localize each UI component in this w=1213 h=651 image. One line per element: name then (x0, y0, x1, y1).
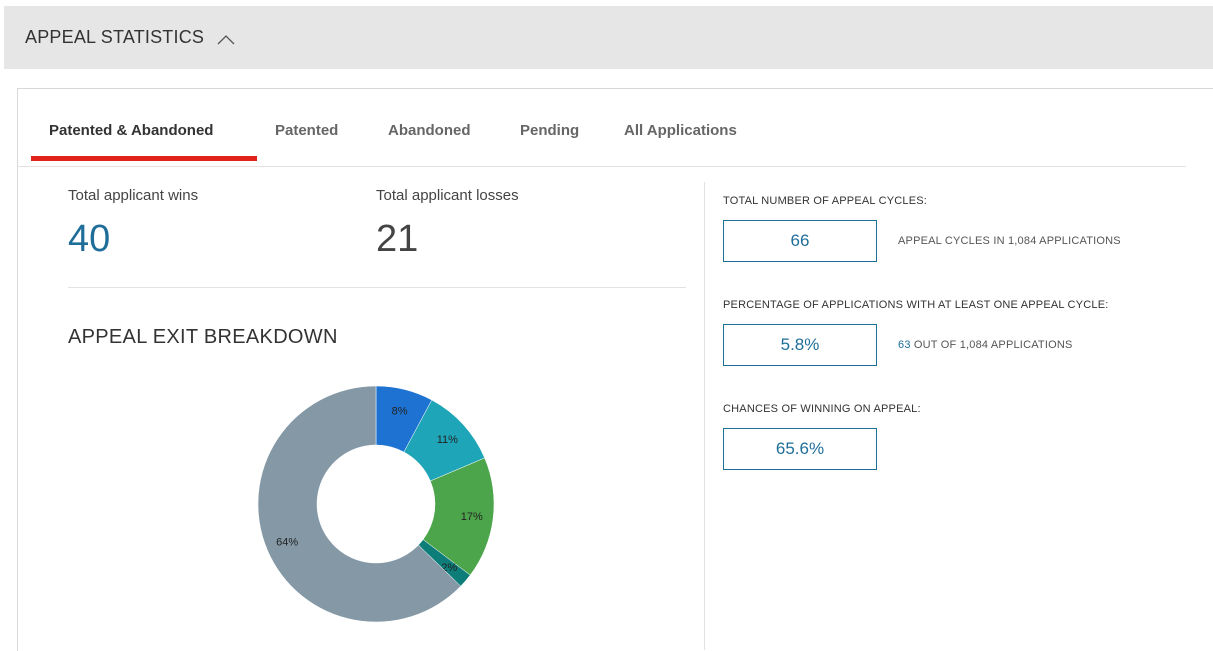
tab-abandoned[interactable]: Abandoned (388, 122, 471, 139)
cycles-label: TOTAL NUMBER OF APPEAL CYCLES: (723, 195, 928, 207)
losses-value: 21 (376, 218, 419, 260)
wins-label: Total applicant wins (68, 187, 199, 204)
donut-slice-label-0: 8% (392, 405, 408, 417)
chances-value-box: 65.6% (723, 428, 877, 470)
tab-patented[interactable]: Patented (275, 122, 338, 139)
chances-value: 65.6% (775, 439, 825, 458)
cycles-note: APPEAL CYCLES IN 1,084 APPLICATIONS (898, 235, 1121, 247)
percentage-value: 5.8% (780, 335, 820, 354)
tab-patented-abandoned[interactable]: Patented & Abandoned (49, 122, 213, 139)
column-divider (704, 182, 705, 650)
chevron-up-icon[interactable] (216, 32, 236, 44)
percentage-note: 63 OUT OF 1,084 APPLICATIONS (898, 339, 1073, 351)
cycles-value: 66 (790, 231, 810, 250)
tab-bar: Patented & Abandoned Patented Abandoned … (17, 88, 1186, 167)
percentage-value-box: 5.8% (723, 324, 877, 366)
donut-slice-label-4: 64% (276, 537, 298, 549)
applications-count-link[interactable]: 63 (898, 339, 911, 351)
statistics-card (17, 88, 1213, 651)
losses-label: Total applicant losses (376, 187, 519, 204)
section-title: APPEAL STATISTICS (25, 27, 205, 47)
breakdown-title: APPEAL EXIT BREAKDOWN (68, 326, 338, 348)
percentage-label: PERCENTAGE OF APPLICATIONS WITH AT LEAST… (723, 299, 1109, 311)
appeal-statistics-header[interactable]: APPEAL STATISTICS (4, 6, 1213, 69)
divider (68, 287, 686, 288)
percentage-note-text: OUT OF 1,084 APPLICATIONS (910, 339, 1073, 351)
appeal-exit-donut-chart: 8%11%17%2%64% (257, 385, 495, 623)
donut-slice-label-1: 11% (437, 434, 458, 446)
cycles-value-box: 66 (723, 220, 877, 262)
wins-value: 40 (68, 218, 111, 260)
tab-all-applications[interactable]: All Applications (624, 122, 737, 139)
active-tab-indicator (31, 156, 257, 161)
donut-slice-label-2: 17% (461, 511, 483, 523)
tab-pending[interactable]: Pending (520, 122, 579, 139)
chances-label: CHANCES OF WINNING ON APPEAL: (723, 403, 921, 415)
